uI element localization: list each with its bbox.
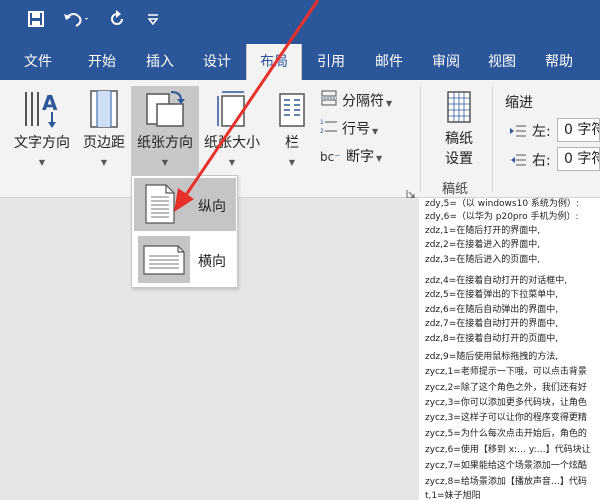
columns-label: 栏: [285, 135, 299, 151]
hyphenation-label: 断字: [346, 149, 374, 165]
doc-line: zdz,4=在接着自动打开的对话框中,: [425, 276, 568, 286]
indent-right-label: 右:: [532, 153, 551, 169]
tab-file[interactable]: 文件: [10, 44, 66, 80]
orientation-dropdown: 纵向 横向: [131, 175, 238, 288]
svg-text:A: A: [42, 91, 58, 115]
undo-icon[interactable]: [62, 10, 90, 32]
hyphenation-button[interactable]: bc⁻ 断字 ▼: [320, 146, 382, 168]
doc-line: zycz,7=如果能给这个场景添加一个炫酷: [425, 461, 587, 471]
doc-line: zycz,8=给场景添加【播放声音…】代码: [425, 477, 587, 487]
orientation-label: 纸张方向: [137, 135, 193, 151]
doc-line: zdz,1=在随后打开的界面中,: [425, 226, 541, 236]
manuscript-icon: [430, 86, 488, 128]
indent-right-icon: [509, 152, 527, 171]
doc-line: zdz,2=在接着进入的界面中,: [425, 240, 541, 250]
svg-text:2: 2: [320, 128, 324, 134]
orientation-portrait-item[interactable]: 纵向: [134, 178, 236, 231]
tab-view[interactable]: 视图: [474, 44, 530, 80]
doc-line: zdy,5=（以 windows10 系统为例）:: [425, 199, 579, 209]
manuscript-group-label: 稿纸: [442, 182, 469, 197]
chevron-down-icon: ▼: [161, 158, 169, 167]
chevron-down-icon: ▼: [228, 158, 236, 167]
indent-title: 缩进: [505, 95, 533, 111]
tab-home[interactable]: 开始: [74, 44, 130, 80]
chevron-down-icon: ▼: [100, 158, 108, 167]
doc-line: zdz,5=在接着弹出的下拉菜单中,: [425, 290, 559, 300]
orientation-landscape-item[interactable]: 横向: [134, 233, 236, 286]
hyphenation-icon: bc⁻: [320, 150, 341, 164]
save-icon[interactable]: [27, 10, 45, 32]
chevron-down-icon: ▼: [38, 158, 46, 167]
doc-line: zdz,9=随后使用鼠标拖拽的方法,: [425, 352, 559, 362]
tab-references[interactable]: 引用: [303, 44, 359, 80]
tab-insert[interactable]: 插入: [132, 44, 188, 80]
customize-dropdown-icon[interactable]: [146, 10, 160, 32]
orientation-button[interactable]: 纸张方向 ▼: [131, 86, 199, 176]
text-direction-button[interactable]: A 文字方向 ▼: [8, 86, 76, 186]
line-numbers-label: 行号: [342, 121, 370, 138]
manuscript-settings-label-2: 设置: [445, 151, 473, 167]
doc-line: zycz,3=这样子可以让你的程序变得更精: [425, 413, 587, 423]
breaks-icon: [320, 90, 342, 113]
indent-left-input[interactable]: 0 字符: [557, 118, 600, 142]
tab-review[interactable]: 审阅: [418, 44, 474, 80]
document-page[interactable]: zdy,5=（以 windows10 系统为例）: zdy,6=（以华为 p20…: [419, 198, 600, 500]
chevron-down-icon: ▼: [386, 98, 393, 108]
line-numbers-icon: 12: [320, 118, 342, 141]
title-bar: [0, 0, 600, 44]
group-separator: [492, 86, 493, 192]
doc-line: t,1=妹子旭阳: [425, 491, 481, 500]
ribbon-layout: A 文字方向 ▼ 页边距 ▼ 纸张方向 ▼ 纸张大小 ▼ 栏 ▼ 分隔符 ▼ 1…: [0, 80, 600, 199]
doc-line: zycz,2=除了这个角色之外，我们还有好: [425, 383, 587, 393]
chevron-down-icon: ▼: [372, 126, 379, 136]
chevron-down-icon: ▼: [288, 158, 296, 167]
indent-left-label: 左:: [532, 124, 551, 140]
doc-line: zdz,6=在随后自动弹出的界面中,: [425, 305, 559, 315]
ribbon-tab-bar: 文件 开始 插入 设计 布局 引用 邮件 审阅 视图 帮助: [0, 44, 600, 80]
manuscript-settings-button[interactable]: 稿纸 设置: [430, 86, 488, 174]
doc-line: zdz,8=在接着自动打开的页面中,: [425, 334, 559, 344]
tab-help[interactable]: 帮助: [531, 44, 587, 80]
columns-icon: [270, 86, 314, 132]
doc-line: zdz,7=在接着自动打开的界面中,: [425, 319, 559, 329]
margins-label: 页边距: [83, 135, 125, 151]
tab-mailings[interactable]: 邮件: [361, 44, 417, 80]
manuscript-settings-label-1: 稿纸: [445, 131, 473, 147]
landscape-label: 横向: [198, 254, 226, 270]
breaks-label: 分隔符: [342, 93, 384, 110]
portrait-label: 纵向: [198, 199, 226, 215]
chevron-down-icon: ▼: [376, 154, 383, 163]
breaks-button[interactable]: 分隔符 ▼: [320, 90, 392, 112]
doc-line: zycz,1=老师提示一下哦，可以点击背景: [425, 367, 587, 377]
size-icon: [200, 86, 264, 132]
text-direction-label: 文字方向: [14, 135, 70, 151]
size-button[interactable]: 纸张大小 ▼: [200, 86, 264, 186]
doc-line: zycz,6=使用【移到 x:… y:…】代码块让: [425, 445, 591, 455]
group-separator: [420, 86, 421, 192]
landscape-page-icon: [138, 236, 190, 283]
tab-layout[interactable]: 布局: [246, 44, 302, 80]
redo-icon[interactable]: [108, 10, 126, 32]
margins-button[interactable]: 页边距 ▼: [78, 86, 130, 186]
indent-right-input[interactable]: 0 字符: [557, 147, 600, 171]
svg-text:1: 1: [320, 119, 324, 126]
doc-line: zdy,6=（以华为 p20pro 手机为例）:: [425, 212, 579, 222]
margins-icon: [78, 86, 130, 132]
doc-line: zdz,3=在随后进入的页面中,: [425, 255, 541, 265]
portrait-page-icon: [144, 183, 176, 229]
doc-line: zycz,3=你可以添加更多代码块，让角色: [425, 398, 587, 408]
columns-button[interactable]: 栏 ▼: [270, 86, 314, 186]
orientation-icon: [131, 86, 199, 132]
line-numbers-button[interactable]: 12 行号 ▼: [320, 118, 378, 140]
size-label: 纸张大小: [204, 135, 260, 151]
tab-design[interactable]: 设计: [189, 44, 245, 80]
indent-left-icon: [509, 123, 527, 142]
doc-line: zycz,5=为什么每次点击开始后，角色的: [425, 429, 587, 439]
text-direction-icon: A: [8, 86, 76, 132]
